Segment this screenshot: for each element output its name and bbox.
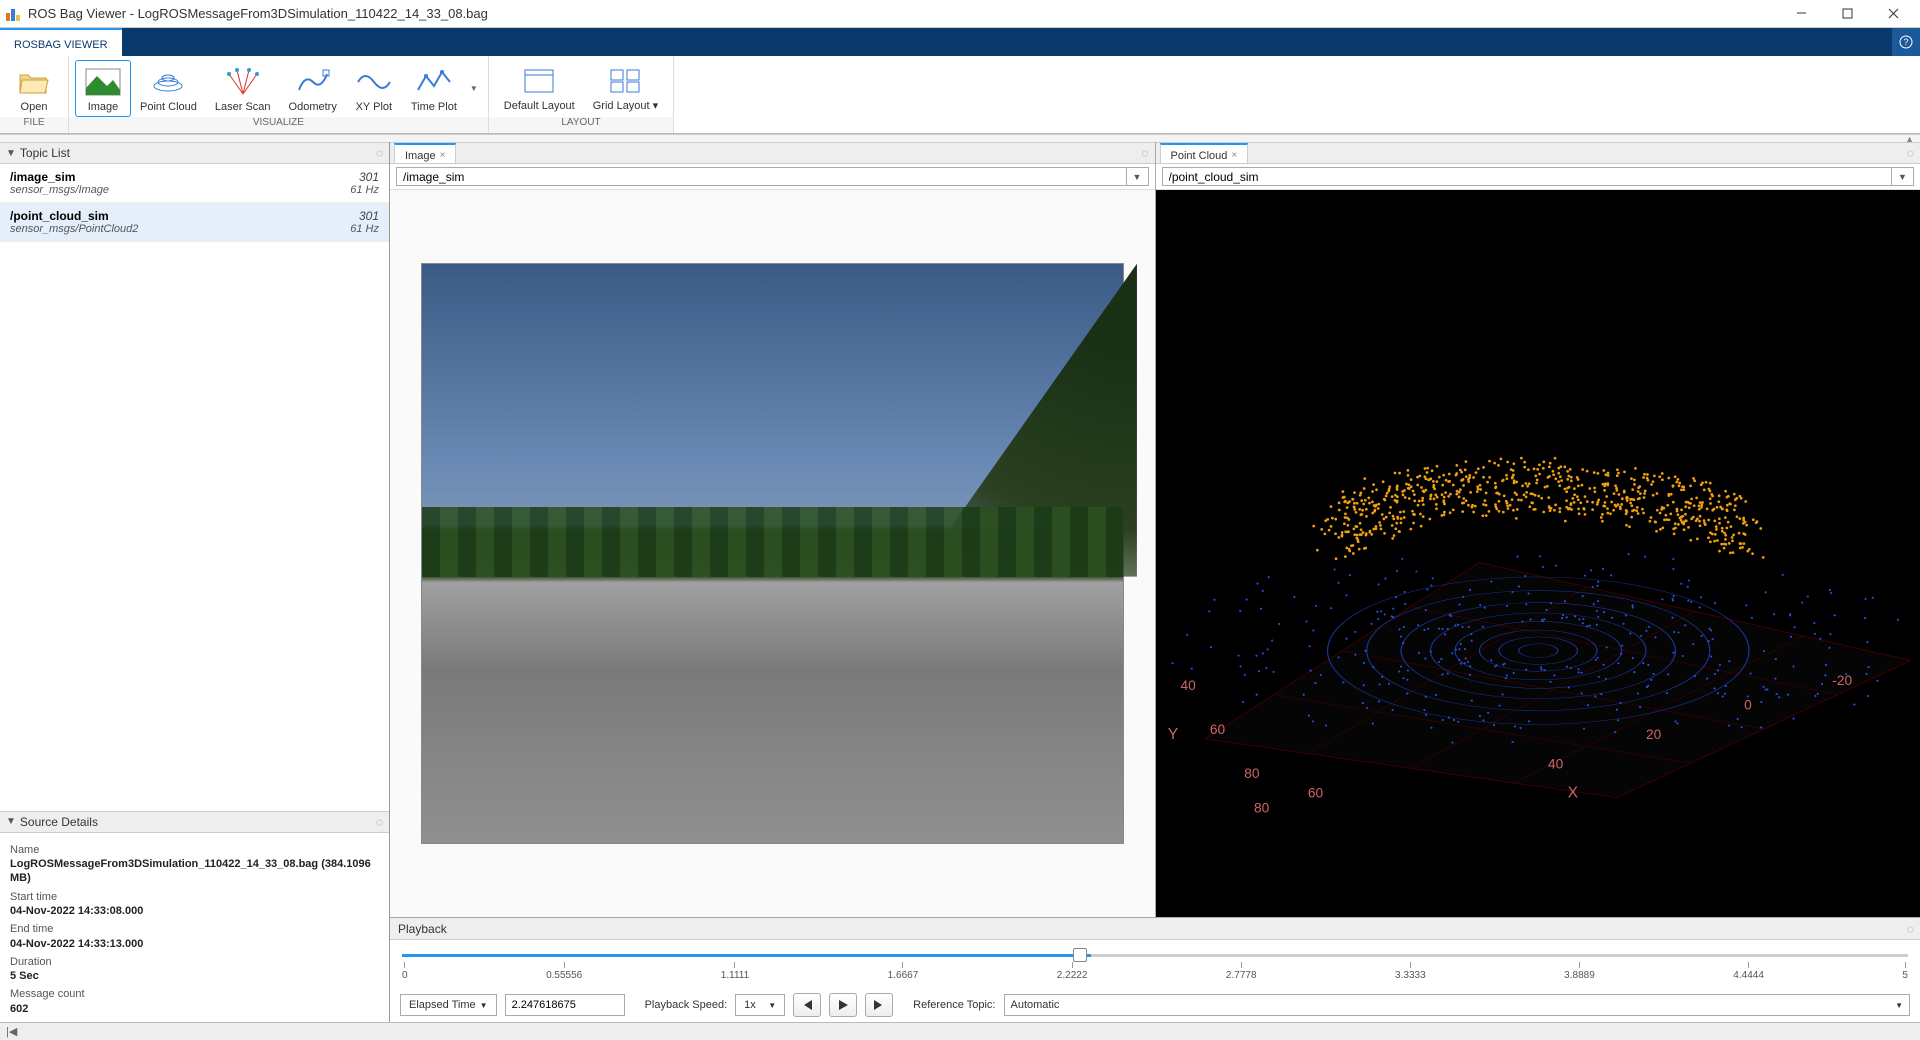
reference-topic-dropdown[interactable]: Automatic▼ [1004, 994, 1911, 1016]
topic-item[interactable]: /point_cloud_sim301 sensor_msgs/PointClo… [0, 203, 389, 242]
svg-text:60: 60 [1307, 786, 1323, 801]
ribbon-odometry-label: Odometry [289, 101, 337, 113]
svg-text:-20: -20 [1832, 673, 1852, 688]
visualize-more-dropdown[interactable]: ▼ [466, 84, 482, 93]
image-canvas[interactable] [390, 190, 1155, 917]
ribbon: Open FILE Image Point Cloud Laser Scan O… [0, 56, 1920, 134]
source-details-header[interactable]: ▼ Source Details ◌ [0, 811, 389, 833]
timeline[interactable]: 00.555561.11111.66672.22222.77783.33333.… [390, 940, 1920, 988]
elapsed-time-dropdown[interactable]: Elapsed Time▼ [400, 994, 497, 1016]
grid-layout-label: Grid Layout ▾ [593, 100, 658, 112]
gear-icon[interactable]: ◌ [1907, 922, 1914, 936]
topic-list-header[interactable]: ▼ Topic List ◌ [0, 142, 389, 164]
chevron-down-icon: ▼ [6, 148, 16, 159]
open-label: Open [21, 101, 48, 113]
svg-text:60: 60 [1209, 722, 1225, 737]
svg-text:40: 40 [1548, 756, 1564, 771]
default-layout-icon [520, 64, 558, 98]
ribbon-group-visualize: VISUALIZE [69, 117, 488, 133]
svg-text:?: ? [1903, 37, 1908, 47]
tab-rosbag-viewer[interactable]: ROSBAG VIEWER [0, 28, 122, 56]
topic-item[interactable]: /image_sim301 sensor_msgs/Image61 Hz [0, 164, 389, 203]
maximize-button[interactable] [1824, 0, 1870, 28]
minimize-button[interactable] [1778, 0, 1824, 28]
elapsed-time-input[interactable] [505, 994, 625, 1016]
xyplot-icon [355, 65, 393, 99]
simulated-camera-image [421, 263, 1124, 845]
grid-layout-icon [606, 64, 644, 98]
ribbon-xyplot-button[interactable]: XY Plot [346, 60, 402, 117]
status-left[interactable]: |◀ [6, 1025, 17, 1038]
ribbon-image-button[interactable]: Image [75, 60, 131, 117]
playback-speed-label: Playback Speed: [645, 999, 728, 1011]
playback-speed-dropdown[interactable]: 1x▼ [735, 994, 785, 1016]
dropdown-button[interactable]: ▼ [1892, 167, 1914, 186]
ribbon-laserscan-button[interactable]: Laser Scan [206, 60, 280, 117]
timeplot-icon [415, 65, 453, 99]
skip-forward-button[interactable] [865, 993, 893, 1017]
svg-text:Y: Y [1167, 726, 1178, 743]
default-layout-button[interactable]: Default Layout [495, 60, 584, 117]
image-pane: Image × ◌ ▼ [390, 142, 1156, 917]
ribbon-odometry-button[interactable]: Odometry [280, 60, 346, 117]
image-topic-input[interactable] [396, 167, 1127, 186]
ribbon-pointcloud-button[interactable]: Point Cloud [131, 60, 206, 117]
ribbon-timeplot-button[interactable]: Time Plot [402, 60, 466, 117]
reference-topic-label: Reference Topic: [913, 999, 995, 1011]
folder-open-icon [15, 65, 53, 99]
help-button[interactable]: ? [1892, 28, 1920, 56]
ribbon-group-layout: LAYOUT [489, 117, 673, 133]
toolstrip-tabs: ROSBAG VIEWER ? [0, 28, 1920, 56]
ribbon-xyplot-label: XY Plot [356, 101, 393, 113]
chevron-down-icon: ▼ [6, 816, 16, 827]
svg-text:20: 20 [1646, 727, 1662, 742]
gear-icon[interactable]: ◌ [376, 815, 383, 829]
svg-text:40: 40 [1180, 678, 1196, 693]
svg-text:80: 80 [1244, 766, 1260, 781]
gear-icon[interactable]: ◌ [1907, 146, 1914, 160]
window-title: ROS Bag Viewer - LogROSMessageFrom3DSimu… [28, 6, 1778, 21]
pointcloud-pane: Point Cloud × ◌ ▼ [1156, 142, 1920, 917]
pointcloud-tab[interactable]: Point Cloud × [1160, 143, 1249, 163]
play-button[interactable] [829, 993, 857, 1017]
topic-list-title: Topic List [20, 146, 70, 160]
odometry-icon [294, 65, 332, 99]
pointcloud-icon [149, 65, 187, 99]
image-icon [84, 65, 122, 99]
source-details-title: Source Details [20, 815, 98, 829]
close-icon[interactable]: × [440, 150, 446, 161]
svg-text:0: 0 [1744, 697, 1752, 712]
topic-list: /image_sim301 sensor_msgs/Image61 Hz /po… [0, 164, 389, 242]
ribbon-timeplot-label: Time Plot [411, 101, 457, 113]
dropdown-button[interactable]: ▼ [1127, 167, 1149, 186]
statusbar: |◀ [0, 1022, 1920, 1040]
titlebar: ROS Bag Viewer - LogROSMessageFrom3DSimu… [0, 0, 1920, 28]
ribbon-group-file: FILE [0, 117, 68, 133]
ribbon-collapse-handle[interactable]: ▲ [0, 134, 1920, 142]
image-tab[interactable]: Image × [394, 143, 456, 163]
grid-layout-button[interactable]: Grid Layout ▾ [584, 60, 667, 117]
close-icon[interactable]: × [1231, 150, 1237, 161]
app-icon [4, 5, 22, 23]
source-details-body: Name LogROSMessageFrom3DSimulation_11042… [0, 833, 389, 1022]
pointcloud-canvas[interactable]: 40 60 80 Y 60 80 -20 0 20 40 X [1156, 190, 1920, 917]
gear-icon[interactable]: ◌ [376, 146, 383, 160]
default-layout-label: Default Layout [504, 100, 575, 112]
ribbon-image-label: Image [88, 101, 119, 113]
laserscan-icon [224, 65, 262, 99]
playback-header[interactable]: Playback ◌ [390, 918, 1920, 940]
skip-back-button[interactable] [793, 993, 821, 1017]
playback-panel: Playback ◌ 00.555561.11111.66672.22222.7… [390, 917, 1920, 1022]
svg-text:80: 80 [1254, 800, 1270, 815]
pointcloud-topic-input[interactable] [1162, 167, 1893, 186]
gear-icon[interactable]: ◌ [1141, 146, 1148, 160]
close-button[interactable] [1870, 0, 1916, 28]
open-button[interactable]: Open [6, 60, 62, 117]
ribbon-laserscan-label: Laser Scan [215, 101, 271, 113]
ribbon-pointcloud-label: Point Cloud [140, 101, 197, 113]
svg-text:X: X [1567, 785, 1578, 802]
timeline-thumb[interactable] [1073, 948, 1087, 962]
